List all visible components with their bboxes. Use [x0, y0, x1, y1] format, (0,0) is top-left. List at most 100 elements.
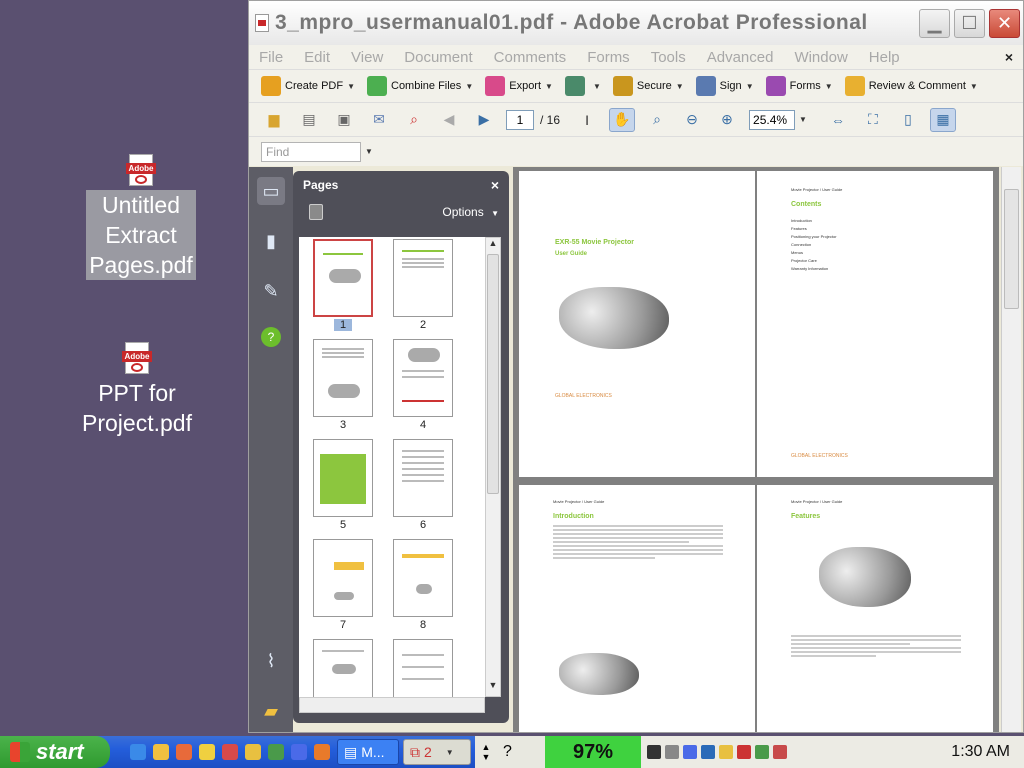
zoom-in-icon[interactable]: ⊕ — [714, 108, 740, 132]
help-tray-icon[interactable]: ? — [497, 736, 529, 768]
select-tool-icon[interactable]: I — [574, 108, 600, 132]
battery-indicator[interactable]: 97% — [545, 736, 641, 768]
comments-icon[interactable]: ▰ — [257, 697, 285, 725]
page-thumbnail[interactable]: 4 — [393, 339, 453, 431]
combine-files-button[interactable]: Combine Files ▼ — [367, 76, 473, 96]
secure-button[interactable]: Secure ▼ — [612, 76, 684, 96]
page-thumbnail[interactable]: 5 — [313, 439, 373, 531]
page-thumbnail[interactable] — [313, 639, 373, 697]
document-close-button[interactable]: × — [1005, 49, 1013, 65]
power-plug-icon[interactable] — [647, 745, 661, 759]
close-button[interactable]: ✕ — [989, 8, 1020, 38]
menu-advanced[interactable]: Advanced — [707, 49, 774, 66]
start-button[interactable]: start — [0, 736, 110, 768]
menu-forms[interactable]: Forms — [587, 49, 630, 66]
scrollbar-thumb[interactable] — [1004, 189, 1019, 309]
secure-document-button[interactable]: ▼ — [564, 76, 601, 96]
menu-window[interactable]: Window — [794, 49, 847, 66]
find-input[interactable]: Find — [261, 141, 361, 162]
scroll-down-icon[interactable]: ▼ — [486, 680, 500, 696]
page-thumbnail[interactable]: 8 — [393, 539, 453, 631]
pages-panel-title: Pages — [303, 178, 339, 192]
bluetooth-icon[interactable] — [701, 745, 715, 759]
messenger-icon[interactable] — [153, 744, 169, 760]
menu-view[interactable]: View — [351, 49, 383, 66]
create-pdf-button[interactable]: Create PDF ▼ — [261, 76, 355, 96]
previous-page-icon[interactable]: ◀ — [436, 108, 462, 132]
two-page-view-icon[interactable]: ▦ — [929, 107, 956, 132]
network-tray-icon[interactable] — [683, 745, 697, 759]
menu-tools[interactable]: Tools — [651, 49, 686, 66]
zoom-level-field[interactable]: 25.4% — [749, 109, 796, 130]
pages-panel: Pages × Options ▼ 1 2 3 4 5 6 7 8 ▲ ▼ — [293, 171, 509, 723]
page-thumbnail[interactable]: 3 — [313, 339, 373, 431]
single-page-view-icon[interactable]: ▯ — [895, 108, 921, 132]
page-thumbnail[interactable]: 2 — [393, 239, 453, 331]
page-number-input[interactable]: 1 — [506, 109, 534, 130]
volume-icon[interactable] — [755, 745, 769, 759]
desktop-icon-untitled-extract[interactable]: Adobe Untitled Extract Pages.pdf — [76, 154, 206, 280]
page-thumbnail[interactable]: 7 — [313, 539, 373, 631]
globe-icon[interactable] — [291, 744, 307, 760]
thumbnails-horizontal-scrollbar[interactable] — [299, 697, 485, 713]
print-icon[interactable]: ▤ — [296, 108, 322, 132]
taskbar-scroll-arrows[interactable]: ▲ ▼ — [475, 736, 497, 768]
review-comment-button[interactable]: Review & Comment ▼ — [844, 76, 978, 96]
export-button[interactable]: Export ▼ — [485, 76, 553, 96]
taskbar-acrobat-group[interactable]: ⧉ 2 ▼ — [403, 739, 471, 765]
menu-document[interactable]: Document — [404, 49, 472, 66]
next-page-icon[interactable]: ▶ — [471, 108, 497, 132]
pages-panel-icon[interactable]: ▭ — [257, 177, 285, 205]
title-bar[interactable]: 3_mpro_usermanual01.pdf - Adobe Acrobat … — [249, 1, 1023, 45]
trash-icon[interactable] — [309, 204, 323, 220]
gmail-icon[interactable] — [737, 745, 751, 759]
document-view[interactable]: EXR-55 Movie Projector User Guide GLOBAL… — [513, 167, 999, 732]
menu-help[interactable]: Help — [869, 49, 900, 66]
signatures-icon[interactable]: ✎ — [257, 277, 285, 305]
zoom-out-icon[interactable]: ⊖ — [679, 108, 705, 132]
mail-icon[interactable] — [245, 744, 261, 760]
messenger-tray-icon[interactable] — [719, 745, 733, 759]
page-thumbnail[interactable]: 6 — [393, 439, 453, 531]
network-icon[interactable] — [268, 744, 284, 760]
forms-button[interactable]: Forms ▼ — [765, 76, 833, 96]
scroll-up-icon[interactable]: ▲ — [486, 238, 500, 254]
firefox-icon[interactable] — [314, 744, 330, 760]
zoom-dropdown-icon[interactable]: ▼ — [799, 115, 807, 124]
tray-misc-icon[interactable] — [529, 736, 545, 768]
zoom-tool-icon[interactable]: ⌕ — [644, 108, 670, 132]
save-icon[interactable]: ▣ — [331, 108, 357, 132]
tip-icon[interactable] — [199, 744, 215, 760]
fit-page-icon[interactable]: ⛶ — [860, 108, 886, 132]
security-icon[interactable] — [773, 745, 787, 759]
scrollbar-thumb[interactable] — [487, 254, 499, 494]
bookmarks-icon[interactable]: ▮ — [257, 227, 285, 255]
menu-edit[interactable]: Edit — [304, 49, 330, 66]
sign-button[interactable]: Sign ▼ — [695, 76, 754, 96]
document-scrollbar[interactable] — [1001, 167, 1021, 732]
options-menu[interactable]: Options ▼ — [442, 205, 499, 219]
attachments-icon[interactable]: ⌇ — [257, 647, 285, 675]
menu-comments[interactable]: Comments — [494, 49, 567, 66]
hand-tool-icon[interactable]: ✋ — [609, 107, 636, 132]
pages-panel-close-icon[interactable]: × — [491, 177, 499, 193]
media-icon[interactable] — [222, 744, 238, 760]
page-thumbnail[interactable] — [393, 639, 453, 697]
tasks-toolbar: Create PDF ▼ Combine Files ▼ Export ▼ ▼ Sec… — [249, 69, 1023, 102]
page-thumbnail[interactable]: 1 — [313, 239, 373, 331]
open-folder-icon[interactable]: ▆ — [261, 108, 287, 132]
minimize-button[interactable]: ▁ — [919, 8, 950, 38]
find-dropdown-icon[interactable]: ▼ — [365, 147, 373, 156]
desktop-icon-ppt-project[interactable]: Adobe PPT for Project.pdf — [72, 342, 202, 438]
maximize-button[interactable]: ☐ — [954, 8, 985, 38]
fit-width-icon[interactable]: ⇔ — [825, 108, 851, 132]
help-icon[interactable]: ? — [261, 327, 281, 347]
taskbar-word-window[interactable]: ▤ M... — [337, 739, 399, 765]
outlook-icon[interactable] — [176, 744, 192, 760]
email-icon[interactable]: ✉ — [366, 108, 392, 132]
menu-file[interactable]: File — [259, 49, 283, 66]
thumbnails-scrollbar[interactable]: ▲ ▼ — [485, 237, 501, 697]
tray-expand-icon[interactable] — [665, 745, 679, 759]
search-document-icon[interactable]: ⌕ — [401, 108, 427, 132]
ie-icon[interactable] — [130, 744, 146, 760]
